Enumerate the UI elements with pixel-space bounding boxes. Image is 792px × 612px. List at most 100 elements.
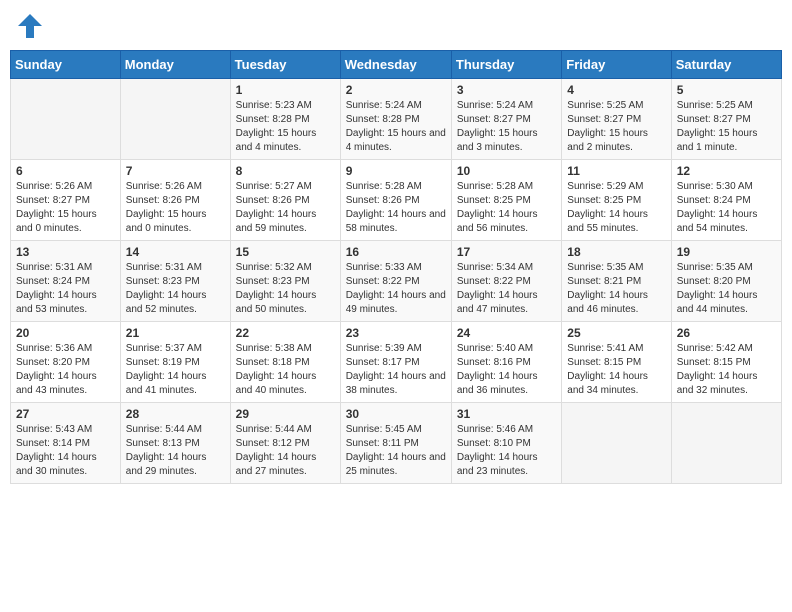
calendar-cell: 9 Sunrise: 5:28 AMSunset: 8:26 PMDaylight… — [340, 160, 451, 241]
weekday-header-row: SundayMondayTuesdayWednesdayThursdayFrid… — [11, 51, 782, 79]
day-detail: Sunrise: 5:43 AMSunset: 8:14 PMDaylight:… — [16, 423, 115, 479]
calendar-cell: 20 Sunrise: 5:36 AMSunset: 8:20 PMDayligh… — [11, 322, 121, 403]
calendar-cell: 24 Sunrise: 5:40 AMSunset: 8:16 PMDayligh… — [451, 322, 561, 403]
day-number: 8 — [236, 164, 335, 178]
day-number: 26 — [677, 326, 776, 340]
day-number: 24 — [457, 326, 556, 340]
day-number: 4 — [567, 83, 665, 97]
calendar-cell — [120, 79, 230, 160]
calendar-cell: 17 Sunrise: 5:34 AMSunset: 8:22 PMDayligh… — [451, 241, 561, 322]
weekday-header-thursday: Thursday — [451, 51, 561, 79]
calendar-cell: 31 Sunrise: 5:46 AMSunset: 8:10 PMDayligh… — [451, 403, 561, 484]
weekday-header-monday: Monday — [120, 51, 230, 79]
calendar-cell: 7 Sunrise: 5:26 AMSunset: 8:26 PMDaylight… — [120, 160, 230, 241]
day-detail: Sunrise: 5:34 AMSunset: 8:22 PMDaylight:… — [457, 261, 556, 317]
calendar-cell: 2 Sunrise: 5:24 AMSunset: 8:28 PMDaylight… — [340, 79, 451, 160]
day-number: 28 — [126, 407, 225, 421]
calendar-week-row: 13Sunrise: 5:31 AMSunset: 8:24 PMDayligh… — [11, 241, 782, 322]
day-detail: Sunrise: 5:25 AMSunset: 8:27 PMDaylight:… — [677, 99, 776, 155]
day-number: 5 — [677, 83, 776, 97]
day-detail: Sunrise: 5:36 AMSunset: 8:20 PMDaylight:… — [16, 342, 115, 398]
calendar-table: SundayMondayTuesdayWednesdayThursdayFrid… — [10, 50, 782, 484]
calendar-cell: 15Sunrise: 5:32 AMSunset: 8:23 PMDayligh… — [230, 241, 340, 322]
day-detail: Sunrise: 5:27 AMSunset: 8:26 PMDaylight:… — [236, 180, 335, 236]
day-number: 21 — [126, 326, 225, 340]
calendar-week-row: 27 Sunrise: 5:43 AMSunset: 8:14 PMDayligh… — [11, 403, 782, 484]
calendar-cell: 29 Sunrise: 5:44 AMSunset: 8:12 PMDayligh… — [230, 403, 340, 484]
calendar-cell: 28 Sunrise: 5:44 AMSunset: 8:13 PMDayligh… — [120, 403, 230, 484]
logo — [14, 10, 48, 42]
calendar-cell: 22 Sunrise: 5:38 AMSunset: 8:18 PMDayligh… — [230, 322, 340, 403]
day-detail: Sunrise: 5:31 AMSunset: 8:24 PMDaylight:… — [16, 261, 115, 317]
calendar-cell: 18Sunrise: 5:35 AMSunset: 8:21 PMDayligh… — [562, 241, 671, 322]
day-detail: Sunrise: 5:26 AMSunset: 8:27 PMDaylight:… — [16, 180, 115, 236]
day-detail: Sunrise: 5:45 AMSunset: 8:11 PMDaylight:… — [346, 423, 446, 479]
calendar-cell: 3Sunrise: 5:24 AMSunset: 8:27 PMDaylight… — [451, 79, 561, 160]
weekday-header-saturday: Saturday — [671, 51, 781, 79]
day-detail: Sunrise: 5:28 AMSunset: 8:25 PMDaylight:… — [457, 180, 556, 236]
calendar-cell — [671, 403, 781, 484]
day-detail: Sunrise: 5:44 AMSunset: 8:13 PMDaylight:… — [126, 423, 225, 479]
calendar-week-row: 20 Sunrise: 5:36 AMSunset: 8:20 PMDayligh… — [11, 322, 782, 403]
day-number: 31 — [457, 407, 556, 421]
calendar-cell: 5 Sunrise: 5:25 AMSunset: 8:27 PMDaylight… — [671, 79, 781, 160]
day-number: 23 — [346, 326, 446, 340]
calendar-cell: 12 Sunrise: 5:30 AMSunset: 8:24 PMDayligh… — [671, 160, 781, 241]
calendar-cell: 26 Sunrise: 5:42 AMSunset: 8:15 PMDayligh… — [671, 322, 781, 403]
logo-icon — [14, 10, 46, 42]
day-number: 7 — [126, 164, 225, 178]
day-number: 10 — [457, 164, 556, 178]
day-number: 6 — [16, 164, 115, 178]
day-detail: Sunrise: 5:31 AMSunset: 8:23 PMDaylight:… — [126, 261, 225, 317]
day-detail: Sunrise: 5:46 AMSunset: 8:10 PMDaylight:… — [457, 423, 556, 479]
day-number: 22 — [236, 326, 335, 340]
calendar-cell: 19 Sunrise: 5:35 AMSunset: 8:20 PMDayligh… — [671, 241, 781, 322]
day-number: 9 — [346, 164, 446, 178]
page-header — [10, 10, 782, 42]
day-detail: Sunrise: 5:32 AMSunset: 8:23 PMDaylight:… — [236, 261, 335, 317]
day-detail: Sunrise: 5:25 AMSunset: 8:27 PMDaylight:… — [567, 99, 665, 155]
day-detail: Sunrise: 5:42 AMSunset: 8:15 PMDaylight:… — [677, 342, 776, 398]
day-number: 18 — [567, 245, 665, 259]
calendar-cell — [562, 403, 671, 484]
calendar-week-row: 1Sunrise: 5:23 AMSunset: 8:28 PMDaylight… — [11, 79, 782, 160]
calendar-cell: 6 Sunrise: 5:26 AMSunset: 8:27 PMDaylight… — [11, 160, 121, 241]
day-number: 12 — [677, 164, 776, 178]
day-number: 27 — [16, 407, 115, 421]
day-number: 17 — [457, 245, 556, 259]
calendar-cell: 11Sunrise: 5:29 AMSunset: 8:25 PMDayligh… — [562, 160, 671, 241]
day-detail: Sunrise: 5:37 AMSunset: 8:19 PMDaylight:… — [126, 342, 225, 398]
day-number: 29 — [236, 407, 335, 421]
day-detail: Sunrise: 5:26 AMSunset: 8:26 PMDaylight:… — [126, 180, 225, 236]
day-detail: Sunrise: 5:24 AMSunset: 8:28 PMDaylight:… — [346, 99, 446, 155]
day-detail: Sunrise: 5:28 AMSunset: 8:26 PMDaylight:… — [346, 180, 446, 236]
calendar-cell: 27 Sunrise: 5:43 AMSunset: 8:14 PMDayligh… — [11, 403, 121, 484]
day-detail: Sunrise: 5:30 AMSunset: 8:24 PMDaylight:… — [677, 180, 776, 236]
calendar-cell: 14Sunrise: 5:31 AMSunset: 8:23 PMDayligh… — [120, 241, 230, 322]
calendar-cell: 16 Sunrise: 5:33 AMSunset: 8:22 PMDayligh… — [340, 241, 451, 322]
day-number: 2 — [346, 83, 446, 97]
calendar-cell — [11, 79, 121, 160]
calendar-cell: 4 Sunrise: 5:25 AMSunset: 8:27 PMDaylight… — [562, 79, 671, 160]
day-detail: Sunrise: 5:40 AMSunset: 8:16 PMDaylight:… — [457, 342, 556, 398]
day-detail: Sunrise: 5:35 AMSunset: 8:20 PMDaylight:… — [677, 261, 776, 317]
day-detail: Sunrise: 5:29 AMSunset: 8:25 PMDaylight:… — [567, 180, 665, 236]
day-number: 19 — [677, 245, 776, 259]
calendar-cell: 1Sunrise: 5:23 AMSunset: 8:28 PMDaylight… — [230, 79, 340, 160]
day-detail: Sunrise: 5:41 AMSunset: 8:15 PMDaylight:… — [567, 342, 665, 398]
calendar-cell: 21 Sunrise: 5:37 AMSunset: 8:19 PMDayligh… — [120, 322, 230, 403]
day-detail: Sunrise: 5:44 AMSunset: 8:12 PMDaylight:… — [236, 423, 335, 479]
day-detail: Sunrise: 5:38 AMSunset: 8:18 PMDaylight:… — [236, 342, 335, 398]
calendar-cell: 8 Sunrise: 5:27 AMSunset: 8:26 PMDaylight… — [230, 160, 340, 241]
day-number: 20 — [16, 326, 115, 340]
weekday-header-sunday: Sunday — [11, 51, 121, 79]
day-detail: Sunrise: 5:39 AMSunset: 8:17 PMDaylight:… — [346, 342, 446, 398]
day-number: 3 — [457, 83, 556, 97]
calendar-cell: 10 Sunrise: 5:28 AMSunset: 8:25 PMDayligh… — [451, 160, 561, 241]
calendar-week-row: 6 Sunrise: 5:26 AMSunset: 8:27 PMDaylight… — [11, 160, 782, 241]
calendar-cell: 30Sunrise: 5:45 AMSunset: 8:11 PMDayligh… — [340, 403, 451, 484]
day-number: 16 — [346, 245, 446, 259]
calendar-cell: 23 Sunrise: 5:39 AMSunset: 8:17 PMDayligh… — [340, 322, 451, 403]
day-detail: Sunrise: 5:33 AMSunset: 8:22 PMDaylight:… — [346, 261, 446, 317]
calendar-cell: 13Sunrise: 5:31 AMSunset: 8:24 PMDayligh… — [11, 241, 121, 322]
